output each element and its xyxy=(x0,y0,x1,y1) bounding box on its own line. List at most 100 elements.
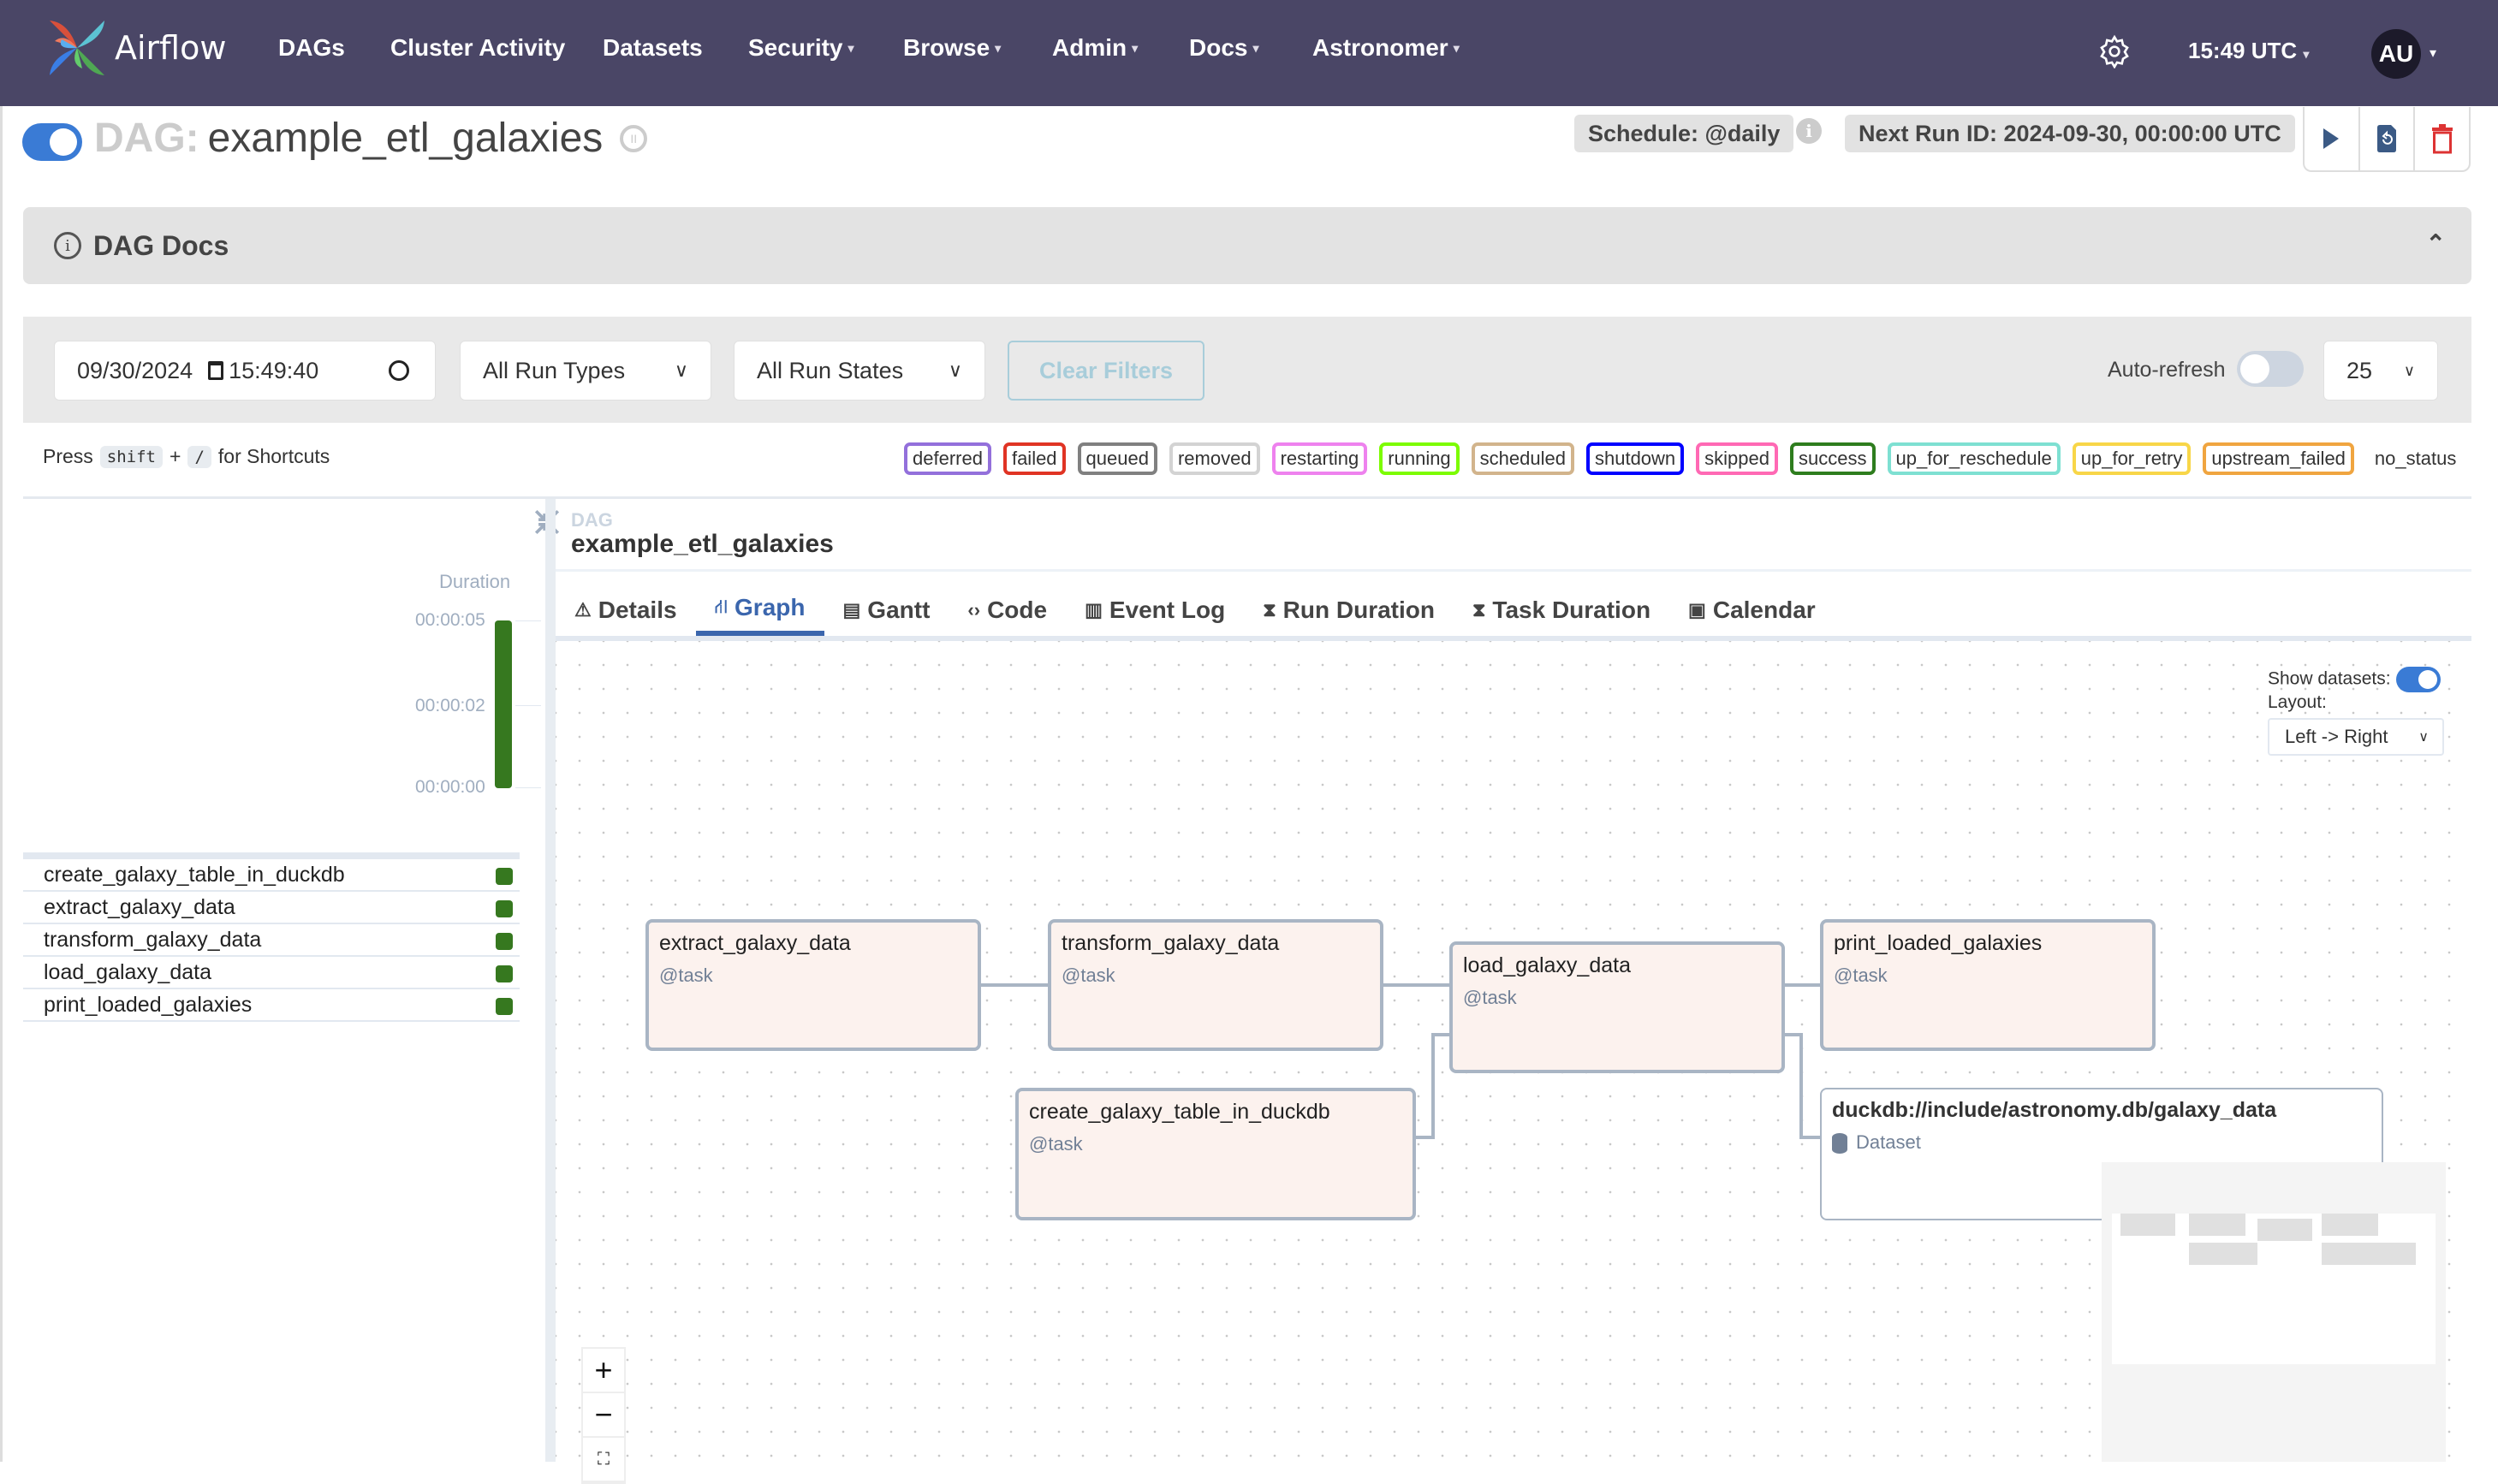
tab-event-log[interactable]: ▥ Event Log xyxy=(1066,585,1244,636)
legend-restarting[interactable]: restarting xyxy=(1271,442,1368,475)
run-state-select[interactable]: All Run States ∨ xyxy=(734,341,985,401)
auto-refresh-label: Auto-refresh xyxy=(2108,358,2226,382)
duration-tick: 00:00:05 xyxy=(415,610,485,630)
legend-running[interactable]: running xyxy=(1379,442,1460,475)
play-icon xyxy=(2323,128,2340,149)
nav-admin[interactable]: Admin ▾ xyxy=(1052,34,1138,62)
filter-bar: 09/30/2024 15:49:40 All Run Types ∨ All … xyxy=(23,317,2471,423)
auto-refresh-toggle[interactable] xyxy=(2237,351,2304,387)
run-type-select[interactable]: All Run Types ∨ xyxy=(460,341,711,401)
calendar-icon[interactable] xyxy=(208,361,224,380)
user-avatar[interactable]: AU xyxy=(2371,29,2421,79)
zoom-in-button[interactable]: + xyxy=(583,1349,624,1393)
fit-view-button[interactable]: ⛶ xyxy=(583,1438,624,1482)
legend-deferred[interactable]: deferred xyxy=(904,442,991,475)
dag-pause-toggle[interactable] xyxy=(22,123,82,161)
legend-shutdown[interactable]: shutdown xyxy=(1585,442,1685,475)
grid-panel: Duration 00:00:05 00:00:02 00:00:00 crea… xyxy=(23,499,560,1462)
nav-docs[interactable]: Docs ▾ xyxy=(1189,34,1259,62)
task-node[interactable]: create_galaxy_table_in_duckdb @task xyxy=(1015,1088,1416,1220)
nav-datasets[interactable]: Datasets xyxy=(603,34,703,62)
graph-canvas[interactable]: extract_galaxy_data @task transform_galaxy… xyxy=(556,641,2466,1484)
task-node[interactable]: print_loaded_galaxies @task xyxy=(1820,919,2156,1051)
code-icon: ‹› xyxy=(967,599,981,620)
dag-run-duration-bar[interactable] xyxy=(495,620,512,788)
task-instance-status[interactable] xyxy=(496,965,513,982)
gear-icon[interactable] xyxy=(2097,34,2132,68)
task-row[interactable]: transform_galaxy_data xyxy=(23,924,520,957)
panel-resize-handle[interactable] xyxy=(545,499,556,1462)
show-datasets-toggle[interactable] xyxy=(2395,667,2441,692)
trash-icon xyxy=(2431,124,2453,154)
task-node[interactable]: load_galaxy_data @task xyxy=(1449,941,1785,1073)
nav-cluster-activity[interactable]: Cluster Activity xyxy=(390,34,565,62)
shortcut-text: + xyxy=(170,445,181,467)
legend-skipped[interactable]: skipped xyxy=(1696,442,1779,475)
task-node[interactable]: transform_galaxy_data @task xyxy=(1048,919,1383,1051)
chevron-down-icon: ∨ xyxy=(2403,361,2415,379)
caret-down-icon: ▾ xyxy=(2303,47,2310,61)
zoom-controls: + − ⛶ xyxy=(581,1347,626,1484)
nav-security[interactable]: Security ▾ xyxy=(748,34,854,62)
tab-task-duration[interactable]: ⧗ Task Duration xyxy=(1454,585,1669,636)
legend-failed[interactable]: failed xyxy=(1002,442,1066,475)
chevron-down-icon: ∨ xyxy=(2418,730,2429,745)
zoom-out-button[interactable]: − xyxy=(583,1393,624,1438)
task-row[interactable]: load_galaxy_data xyxy=(23,957,520,989)
tab-calendar[interactable]: ▣ Calendar xyxy=(1669,585,1835,636)
task-instance-status[interactable] xyxy=(496,868,513,885)
caret-down-icon[interactable]: ▾ xyxy=(2430,45,2436,62)
parse-dag-button[interactable] xyxy=(2360,107,2416,170)
tab-label: Code xyxy=(987,597,1048,623)
legend-removed[interactable]: removed xyxy=(1169,442,1260,475)
airflow-logo[interactable]: Airflow xyxy=(45,15,226,80)
nav-label: Browse xyxy=(903,34,990,61)
dag-docs-panel[interactable]: i DAG Docs ⌃ xyxy=(23,207,2471,284)
clock-icon[interactable] xyxy=(389,360,409,381)
nav-dags[interactable]: DAGs xyxy=(278,34,345,62)
tab-details[interactable]: ⚠ Details xyxy=(556,585,696,636)
caret-down-icon: ▾ xyxy=(1252,40,1259,55)
node-type-label: @task xyxy=(1029,1133,1083,1155)
task-instance-status[interactable] xyxy=(496,900,513,917)
legend-up-for-reschedule[interactable]: up_for_reschedule xyxy=(1887,442,2061,475)
node-type-label: @task xyxy=(659,965,713,986)
nav-label: Astronomer xyxy=(1312,34,1448,61)
chevron-up-icon[interactable]: ⌃ xyxy=(2426,229,2446,258)
tab-graph[interactable]: ⛙ Graph xyxy=(695,585,824,636)
delete-dag-button[interactable] xyxy=(2415,107,2469,170)
nav-astronomer[interactable]: Astronomer ▾ xyxy=(1312,34,1460,62)
minimap[interactable] xyxy=(2102,1162,2446,1462)
legend-upstream-failed[interactable]: upstream_failed xyxy=(2203,442,2354,475)
breadcrumb-dag-name[interactable]: example_etl_galaxies xyxy=(571,530,834,559)
legend-up-for-retry[interactable]: up_for_retry xyxy=(2072,442,2192,475)
base-date-input[interactable]: 09/30/2024 15:49:40 xyxy=(54,341,436,401)
tab-run-duration[interactable]: ⧗ Run Duration xyxy=(1244,585,1454,636)
legend-no-status[interactable]: no_status xyxy=(2366,448,2465,470)
legend-queued[interactable]: queued xyxy=(1077,442,1157,475)
run-state-value: All Run States xyxy=(757,357,904,383)
clear-filters-button[interactable]: Clear Filters xyxy=(1008,341,1204,401)
task-node[interactable]: extract_galaxy_data @task xyxy=(645,919,981,1051)
legend-scheduled[interactable]: scheduled xyxy=(1471,442,1574,475)
timezone-clock[interactable]: 15:49 UTC ▾ xyxy=(2188,38,2309,64)
node-name: transform_galaxy_data xyxy=(1062,931,1280,955)
nav-browse[interactable]: Browse ▾ xyxy=(903,34,1001,62)
task-row[interactable]: print_loaded_galaxies xyxy=(23,989,520,1022)
minimap-node xyxy=(2322,1214,2378,1236)
task-instance-status[interactable] xyxy=(496,933,513,950)
node-name: extract_galaxy_data xyxy=(659,931,851,955)
task-instance-status[interactable] xyxy=(496,998,513,1015)
info-icon[interactable]: i xyxy=(1796,118,1822,144)
layout-select[interactable]: Left -> Right ∨ xyxy=(2268,718,2444,756)
task-row[interactable]: extract_galaxy_data xyxy=(23,892,520,924)
tab-label: Task Duration xyxy=(1492,597,1651,623)
run-type-value: All Run Types xyxy=(483,357,626,383)
trigger-dag-button[interactable] xyxy=(2305,107,2360,170)
tab-gantt[interactable]: ▤ Gantt xyxy=(824,585,949,636)
task-row[interactable]: create_galaxy_table_in_duckdb xyxy=(23,859,520,892)
page-size-select[interactable]: 25 ∨ xyxy=(2323,341,2438,401)
tab-code[interactable]: ‹› Code xyxy=(949,585,1066,636)
legend-success[interactable]: success xyxy=(1790,442,1876,475)
nav-label: Docs xyxy=(1189,34,1248,61)
